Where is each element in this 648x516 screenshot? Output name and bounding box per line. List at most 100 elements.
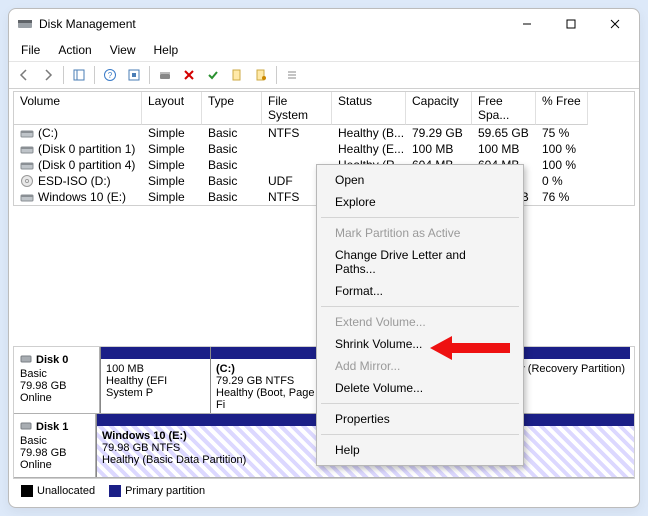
col-pctfree[interactable]: % Free [536,92,588,125]
disk-name: Disk 0 [36,354,68,366]
context-item-open[interactable]: Open [319,169,521,191]
volume-name: Windows 10 (E:) [38,190,126,204]
partition-color-bar [211,347,330,359]
menu-help[interactable]: Help [146,41,187,59]
refresh-icon[interactable] [123,64,145,86]
eject-icon[interactable] [154,64,176,86]
toolbar-separator [63,66,64,84]
volume-list-header: Volume Layout Type File System Status Ca… [14,92,634,125]
menu-bar: File Action View Help [9,39,639,61]
volume-pct: 76 % [536,189,588,205]
volume-type: Basic [202,157,262,173]
volume-status: Healthy (E... [332,141,406,157]
volume-name: (Disk 0 partition 4) [38,158,135,172]
title-bar: Disk Management [9,9,639,39]
volume-row[interactable]: (C:)SimpleBasicNTFSHealthy (B...79.29 GB… [14,125,634,141]
check-icon[interactable] [202,64,224,86]
svg-text:?: ? [108,71,113,80]
volume-capacity: 79.29 GB [406,125,472,141]
new-icon[interactable] [226,64,248,86]
volume-type: Basic [202,189,262,205]
menu-separator [321,217,519,218]
col-volume[interactable]: Volume [14,92,142,125]
volume-row[interactable]: (Disk 0 partition 1) SimpleBasic Healthy (… [14,141,634,157]
volume-type: Basic [202,141,262,157]
volume-type: Basic [202,173,262,189]
disk-size: 79.98 GB [20,447,89,459]
disk-icon [20,420,32,435]
partition-size: 100 MB [106,363,205,375]
volume-type: Basic [202,125,262,141]
context-item-delete-volume[interactable]: Delete Volume... [319,377,521,399]
col-filesystem[interactable]: File System [262,92,332,125]
delete-icon[interactable] [178,64,200,86]
context-item-extend-volume: Extend Volume... [319,311,521,333]
show-hide-tree-icon[interactable] [68,64,90,86]
toolbar-separator [149,66,150,84]
volume-pct: 0 % [536,173,588,189]
drive-icon [20,190,34,204]
volume-status: Healthy (B... [332,125,406,141]
annotation-arrow [430,334,510,365]
context-item-properties[interactable]: Properties [319,408,521,430]
disk-status: Online [20,392,93,404]
minimize-button[interactable] [505,10,549,38]
drive-icon [20,158,34,172]
menu-file[interactable]: File [13,41,48,59]
legend-unallocated: Unallocated [21,485,95,497]
col-type[interactable]: Type [202,92,262,125]
context-item-change-drive-letter-and-paths[interactable]: Change Drive Letter and Paths... [319,244,521,280]
col-status[interactable]: Status [332,92,406,125]
context-item-help[interactable]: Help [319,439,521,461]
menu-action[interactable]: Action [50,41,99,59]
drive-icon [20,126,34,140]
volume-free: 59.65 GB [472,125,536,141]
partition[interactable]: (C:)79.29 GB NTFSHealthy (Boot, Page Fi [210,347,330,413]
maximize-button[interactable] [549,10,593,38]
partition-size: 79.29 GB NTFS [216,375,325,387]
col-capacity[interactable]: Capacity [406,92,472,125]
properties-icon[interactable] [250,64,272,86]
partition-color-bar [101,347,210,359]
disc-icon [20,174,34,188]
volume-name: (C:) [38,126,58,140]
volume-context-menu: OpenExplore Mark Partition as ActiveChang… [316,164,524,466]
volume-name: ESD-ISO (D:) [38,174,111,188]
close-button[interactable] [593,10,637,38]
volume-layout: Simple [142,125,202,141]
list-icon[interactable] [281,64,303,86]
col-freespace[interactable]: Free Spa... [472,92,536,125]
volume-layout: Simple [142,157,202,173]
help-icon[interactable]: ? [99,64,121,86]
menu-view[interactable]: View [102,41,144,59]
volume-layout: Simple [142,141,202,157]
disk-size: 79.98 GB [20,380,93,392]
volume-layout: Simple [142,189,202,205]
toolbar-separator [94,66,95,84]
disk-type: Basic [20,435,89,447]
disk-info: Disk 0 Basic79.98 GBOnline [14,347,100,413]
partition-status: Healthy (Boot, Page Fi [216,387,325,411]
forward-icon[interactable] [37,64,59,86]
context-item-format[interactable]: Format... [319,280,521,302]
partition[interactable]: 100 MBHealthy (EFI System P [100,347,210,413]
disk-name: Disk 1 [36,421,68,433]
volume-fs [262,141,332,157]
partition-title: (C:) [216,363,325,375]
context-item-mark-partition-as-active: Mark Partition as Active [319,222,521,244]
disk-info: Disk 1 Basic79.98 GBOnline [14,414,96,477]
volume-name: (Disk 0 partition 1) [38,142,135,156]
menu-separator [321,434,519,435]
context-item-explore[interactable]: Explore [319,191,521,213]
disk-type: Basic [20,368,93,380]
toolbar: ? [9,61,639,89]
disk-icon [20,353,32,368]
toolbar-separator [276,66,277,84]
back-icon[interactable] [13,64,35,86]
legend-primary: Primary partition [109,485,205,497]
volume-pct: 100 % [536,157,588,173]
drive-icon [20,142,34,156]
volume-free: 100 MB [472,141,536,157]
col-layout[interactable]: Layout [142,92,202,125]
disk-status: Online [20,459,89,471]
